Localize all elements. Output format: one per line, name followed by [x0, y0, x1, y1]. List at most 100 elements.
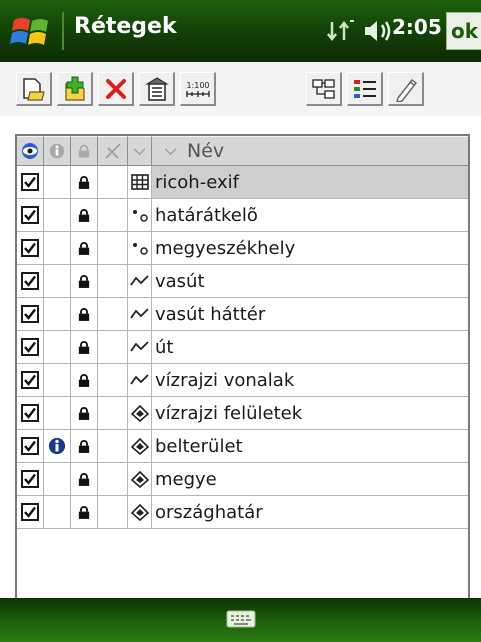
layer-name[interactable]: vasút háttér — [152, 298, 468, 331]
lock-cell[interactable] — [71, 430, 98, 463]
layer-name[interactable]: vasút — [152, 265, 468, 298]
snap-cell[interactable] — [98, 364, 128, 397]
visible-checkbox[interactable] — [21, 206, 39, 224]
table-row[interactable]: vízrajzi vonalak — [17, 364, 468, 397]
lock-cell[interactable] — [71, 496, 98, 529]
visible-checkbox[interactable] — [21, 371, 39, 389]
snap-cell[interactable] — [98, 463, 128, 496]
info-column-header[interactable] — [44, 136, 71, 166]
snap-cell[interactable] — [98, 265, 128, 298]
visible-cell[interactable] — [17, 265, 44, 298]
table-row[interactable]: vízrajzi felületek — [17, 397, 468, 430]
snap-cell[interactable] — [98, 397, 128, 430]
table-row[interactable]: út — [17, 331, 468, 364]
visible-cell[interactable] — [17, 397, 44, 430]
lock-cell[interactable] — [71, 166, 98, 199]
layer-name[interactable]: út — [152, 331, 468, 364]
table-row[interactable]: vasút — [17, 265, 468, 298]
info-cell[interactable] — [44, 430, 71, 463]
snap-column-header[interactable] — [98, 136, 128, 166]
visible-cell[interactable] — [17, 298, 44, 331]
table-layer-icon — [130, 174, 149, 190]
visible-cell[interactable] — [17, 166, 44, 199]
info-cell[interactable] — [44, 331, 71, 364]
visible-cell[interactable] — [17, 463, 44, 496]
lock-cell[interactable] — [71, 199, 98, 232]
visible-cell[interactable] — [17, 364, 44, 397]
lock-cell[interactable] — [71, 463, 98, 496]
lock-cell[interactable] — [71, 331, 98, 364]
snap-cell[interactable] — [98, 496, 128, 529]
info-cell[interactable] — [44, 298, 71, 331]
info-cell[interactable] — [44, 199, 71, 232]
layer-name[interactable]: országhatár — [152, 496, 468, 529]
visible-checkbox[interactable] — [21, 338, 39, 356]
lock-cell[interactable] — [71, 397, 98, 430]
connectivity-icon[interactable] — [326, 18, 356, 44]
visible-checkbox[interactable] — [21, 503, 39, 521]
keyboard-icon[interactable] — [226, 608, 256, 630]
clock[interactable]: 2:05 — [392, 15, 442, 39]
add-layer-button[interactable] — [57, 72, 93, 106]
table-row[interactable]: határátkelõ — [17, 199, 468, 232]
visible-cell[interactable] — [17, 199, 44, 232]
table-row[interactable]: vasút háttér — [17, 298, 468, 331]
delete-layer-button[interactable] — [98, 72, 134, 106]
edit-button[interactable] — [388, 72, 424, 106]
legend-button[interactable] — [347, 72, 383, 106]
windows-start-icon[interactable] — [10, 14, 54, 50]
lock-cell[interactable] — [71, 265, 98, 298]
visible-checkbox[interactable] — [21, 272, 39, 290]
visible-checkbox[interactable] — [21, 470, 39, 488]
table-row[interactable]: megyeszékhely — [17, 232, 468, 265]
lock-cell[interactable] — [71, 364, 98, 397]
info-cell[interactable] — [44, 463, 71, 496]
ok-button[interactable]: ok — [446, 12, 481, 50]
visible-column-header[interactable] — [17, 136, 44, 166]
visible-checkbox[interactable] — [21, 305, 39, 323]
table-row[interactable]: belterület — [17, 430, 468, 463]
layer-properties-button[interactable] — [139, 72, 175, 106]
visible-checkbox[interactable] — [21, 173, 39, 191]
layer-name[interactable]: vízrajzi felületek — [152, 397, 468, 430]
layer-tree-button[interactable] — [306, 72, 342, 106]
visible-checkbox[interactable] — [21, 437, 39, 455]
snap-cell[interactable] — [98, 298, 128, 331]
snap-cell[interactable] — [98, 166, 128, 199]
table-row[interactable]: megye — [17, 463, 468, 496]
lock-cell[interactable] — [71, 232, 98, 265]
name-column-header[interactable]: Név — [152, 136, 468, 166]
visible-cell[interactable] — [17, 430, 44, 463]
table-row[interactable]: országhatár — [17, 496, 468, 529]
lock-column-header[interactable] — [71, 136, 98, 166]
sort-chevron-icon — [164, 147, 177, 155]
snap-cell[interactable] — [98, 430, 128, 463]
lock-cell[interactable] — [71, 298, 98, 331]
info-cell[interactable] — [44, 166, 71, 199]
layer-name[interactable]: határátkelõ — [152, 199, 468, 232]
polygon-layer-icon — [130, 404, 149, 422]
layer-name[interactable]: ricoh-exif — [152, 166, 468, 199]
layer-name[interactable]: megye — [152, 463, 468, 496]
visible-checkbox[interactable] — [21, 404, 39, 422]
visible-checkbox[interactable] — [21, 239, 39, 257]
layer-name[interactable]: belterület — [152, 430, 468, 463]
snap-cell[interactable] — [98, 232, 128, 265]
layer-name[interactable]: vízrajzi vonalak — [152, 364, 468, 397]
visible-cell[interactable] — [17, 496, 44, 529]
volume-icon[interactable] — [362, 17, 392, 45]
scale-button[interactable]: 1:100 — [180, 72, 216, 106]
info-cell[interactable] — [44, 265, 71, 298]
info-cell[interactable] — [44, 496, 71, 529]
table-row[interactable]: ricoh-exif — [17, 166, 468, 199]
info-cell[interactable] — [44, 397, 71, 430]
type-column-header[interactable] — [128, 136, 152, 166]
snap-cell[interactable] — [98, 331, 128, 364]
info-cell[interactable] — [44, 364, 71, 397]
layer-name[interactable]: megyeszékhely — [152, 232, 468, 265]
visible-cell[interactable] — [17, 232, 44, 265]
info-cell[interactable] — [44, 232, 71, 265]
snap-cell[interactable] — [98, 199, 128, 232]
open-layer-button[interactable] — [16, 72, 52, 106]
visible-cell[interactable] — [17, 331, 44, 364]
